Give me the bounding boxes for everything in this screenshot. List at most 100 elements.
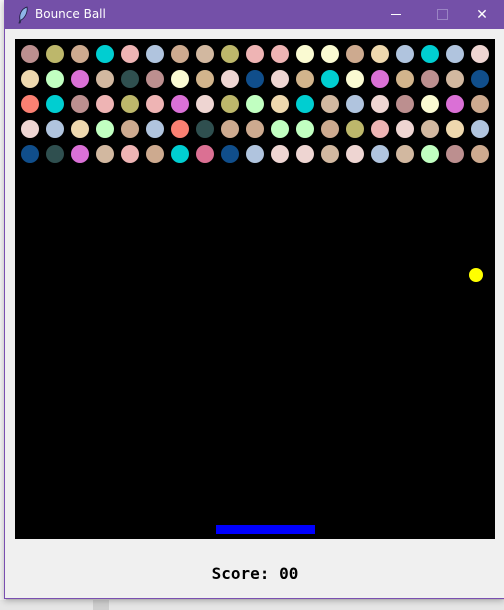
brick-ball	[221, 95, 239, 113]
minimize-button[interactable]	[373, 0, 419, 29]
brick-ball	[346, 145, 364, 163]
bouncing-ball	[469, 268, 483, 282]
brick-ball	[221, 45, 239, 63]
brick-ball	[71, 120, 89, 138]
brick-ball	[71, 70, 89, 88]
brick-ball	[96, 70, 114, 88]
brick-ball	[371, 45, 389, 63]
brick-ball	[321, 45, 339, 63]
brick-ball	[471, 70, 489, 88]
brick-ball	[96, 95, 114, 113]
brick-ball	[296, 120, 314, 138]
brick-ball	[221, 145, 239, 163]
brick-ball	[21, 70, 39, 88]
brick-ball	[71, 95, 89, 113]
brick-ball	[421, 95, 439, 113]
brick-ball	[221, 70, 239, 88]
brick-ball	[271, 95, 289, 113]
brick-ball	[396, 45, 414, 63]
brick-ball	[246, 145, 264, 163]
brick-ball	[396, 70, 414, 88]
brick-ball	[321, 145, 339, 163]
brick-ball	[371, 95, 389, 113]
brick-ball	[321, 120, 339, 138]
brick-ball	[321, 95, 339, 113]
background-area	[0, 600, 504, 610]
brick-ball	[46, 120, 64, 138]
brick-ball	[21, 95, 39, 113]
brick-ball	[271, 70, 289, 88]
title-bar[interactable]: Bounce Ball ✕	[5, 0, 504, 29]
brick-ball	[471, 145, 489, 163]
brick-ball	[46, 95, 64, 113]
close-icon: ✕	[476, 6, 488, 22]
brick-ball	[146, 70, 164, 88]
brick-ball	[21, 120, 39, 138]
game-window: Bounce Ball ✕ Score: 00	[4, 0, 504, 599]
score-label: Score: 00	[211, 564, 299, 583]
brick-ball	[146, 120, 164, 138]
brick-ball	[446, 70, 464, 88]
brick-ball	[96, 120, 114, 138]
brick-ball	[21, 145, 39, 163]
brick-ball	[221, 120, 239, 138]
brick-ball	[346, 70, 364, 88]
brick-ball	[471, 45, 489, 63]
brick-ball	[196, 45, 214, 63]
brick-ball	[446, 45, 464, 63]
window-title: Bounce Ball	[35, 7, 106, 21]
paddle[interactable]	[216, 525, 315, 534]
brick-ball	[421, 45, 439, 63]
brick-ball	[421, 70, 439, 88]
brick-ball	[46, 45, 64, 63]
brick-ball	[196, 145, 214, 163]
brick-ball	[146, 95, 164, 113]
brick-ball	[296, 70, 314, 88]
brick-ball	[246, 45, 264, 63]
brick-ball	[471, 120, 489, 138]
brick-ball	[121, 70, 139, 88]
brick-ball	[271, 120, 289, 138]
brick-ball	[171, 95, 189, 113]
brick-ball	[46, 145, 64, 163]
minimize-icon	[391, 14, 401, 15]
brick-ball	[346, 45, 364, 63]
brick-ball	[246, 120, 264, 138]
brick-ball	[171, 120, 189, 138]
brick-ball	[371, 70, 389, 88]
feather-icon	[17, 6, 29, 24]
brick-ball	[96, 45, 114, 63]
brick-ball	[296, 145, 314, 163]
brick-ball	[246, 95, 264, 113]
maximize-icon	[436, 9, 448, 20]
brick-ball	[471, 95, 489, 113]
brick-ball	[46, 70, 64, 88]
brick-ball	[171, 145, 189, 163]
brick-ball	[296, 45, 314, 63]
brick-ball	[396, 95, 414, 113]
brick-ball	[446, 145, 464, 163]
brick-ball	[121, 120, 139, 138]
background-scrollbar	[93, 600, 109, 610]
brick-ball	[171, 70, 189, 88]
brick-ball	[196, 70, 214, 88]
brick-ball	[146, 145, 164, 163]
game-board	[21, 45, 489, 534]
brick-ball	[371, 120, 389, 138]
brick-ball	[271, 45, 289, 63]
brick-ball	[421, 120, 439, 138]
brick-ball	[371, 145, 389, 163]
brick-ball	[446, 120, 464, 138]
brick-ball	[396, 145, 414, 163]
close-button[interactable]: ✕	[459, 0, 504, 29]
brick-ball	[71, 145, 89, 163]
brick-ball	[146, 45, 164, 63]
brick-ball	[346, 95, 364, 113]
brick-ball	[196, 120, 214, 138]
brick-ball	[421, 145, 439, 163]
brick-ball	[121, 145, 139, 163]
brick-ball	[396, 120, 414, 138]
brick-ball	[21, 45, 39, 63]
brick-ball	[246, 70, 264, 88]
game-canvas[interactable]	[15, 39, 495, 539]
